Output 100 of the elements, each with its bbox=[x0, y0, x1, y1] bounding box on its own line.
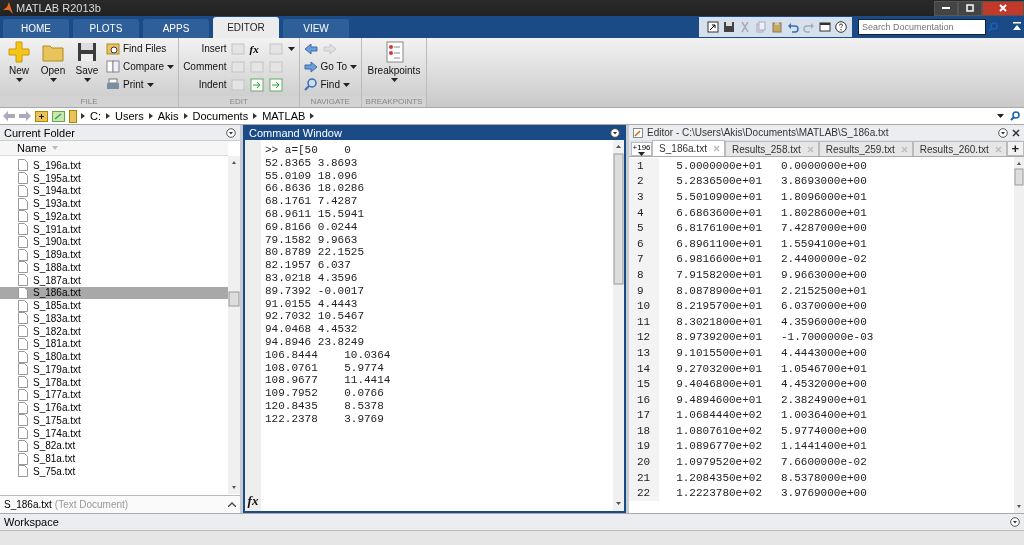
file-icon bbox=[18, 337, 28, 350]
paste-icon[interactable] bbox=[771, 21, 783, 33]
toolstrip-button[interactable]: Indent bbox=[183, 77, 227, 92]
restore-button[interactable] bbox=[958, 0, 982, 16]
indent-icon bbox=[249, 77, 264, 92]
file-item[interactable]: S_178a.txt bbox=[0, 375, 228, 389]
browse-folder-icon[interactable] bbox=[52, 110, 65, 122]
path-segment[interactable]: C: bbox=[90, 110, 101, 122]
file-item[interactable]: S_189a.txt bbox=[0, 248, 228, 261]
code-value: 4.4532000e+00 bbox=[780, 378, 867, 391]
document-tab[interactable]: S_186a.txt bbox=[652, 140, 725, 156]
file-item[interactable]: S_183a.txt bbox=[0, 312, 228, 325]
ribbon-tab[interactable]: PLOTS bbox=[73, 19, 139, 38]
scrollbar[interactable] bbox=[1014, 157, 1024, 513]
toolstrip-button[interactable]: Save bbox=[72, 41, 102, 96]
file-item[interactable]: S_195a.txt bbox=[0, 171, 228, 185]
file-icon bbox=[18, 248, 28, 261]
close-icon[interactable] bbox=[1012, 128, 1020, 137]
toolstrip-button[interactable]: Find bbox=[303, 77, 357, 92]
command-output-line: 91.0155 4.4443 bbox=[265, 297, 359, 311]
toolstrip-button[interactable]: Compare bbox=[106, 59, 175, 74]
file-item[interactable]: S_179a.txt bbox=[0, 363, 228, 376]
ribbon-tab[interactable]: HOME bbox=[3, 19, 69, 38]
toolstrip-button[interactable]: Insert bbox=[183, 41, 227, 56]
file-icon bbox=[18, 439, 28, 452]
window-icon[interactable] bbox=[819, 21, 831, 33]
path-segment[interactable]: MATLAB bbox=[262, 110, 306, 122]
file-icon bbox=[18, 465, 28, 478]
file-item[interactable]: S_175a.txt bbox=[0, 414, 228, 427]
panel-menu-icon[interactable] bbox=[226, 127, 236, 138]
ribbon-tab[interactable]: APPS bbox=[143, 19, 209, 38]
sort-caret-icon bbox=[52, 146, 59, 150]
collapse-ribbon-icon[interactable] bbox=[1010, 21, 1024, 33]
line-number: 1 bbox=[629, 158, 659, 174]
file-item[interactable]: S_188a.txt bbox=[0, 261, 228, 274]
editor-icon bbox=[633, 127, 643, 138]
file-item[interactable]: S_176a.txt bbox=[0, 401, 228, 414]
file-item[interactable]: S_191a.txt bbox=[0, 222, 228, 236]
minimize-button[interactable] bbox=[934, 0, 958, 16]
line-number: 5 bbox=[629, 220, 659, 236]
file-item[interactable]: S_187a.txt bbox=[0, 273, 228, 287]
code-value: 1.8028600e+01 bbox=[780, 206, 867, 219]
command-output-line: 80.8789 22.1525 bbox=[265, 246, 366, 260]
toolstrip-button[interactable]: Print bbox=[106, 77, 175, 92]
file-item[interactable]: S_190a.txt bbox=[0, 235, 228, 249]
file-item[interactable]: S_186a.txt bbox=[0, 286, 228, 300]
panel-title: Editor - C:\Users\Akis\Documents\MATLAB\S_186a.txt bbox=[647, 127, 889, 138]
undo-icon[interactable] bbox=[787, 21, 799, 33]
code-value: 3.8693000e+00 bbox=[780, 175, 867, 188]
ribbon-tab[interactable]: EDITOR bbox=[213, 17, 279, 38]
document-tab[interactable]: Results_258.txt bbox=[724, 141, 819, 156]
up-folder-icon[interactable] bbox=[35, 110, 48, 122]
search-field[interactable]: Search Documentation bbox=[858, 19, 986, 35]
save-icon[interactable] bbox=[723, 21, 735, 33]
file-item[interactable]: S_81a.txt bbox=[0, 452, 228, 465]
toolstrip-button[interactable]: New bbox=[4, 41, 34, 96]
code-value: 0.0000000e+00 bbox=[780, 159, 867, 172]
insert-function-button[interactable]: fx bbox=[249, 42, 264, 55]
back-arrow-icon[interactable] bbox=[303, 41, 318, 56]
expand-caret-icon[interactable] bbox=[228, 502, 236, 507]
toolstrip-button[interactable]: Go To bbox=[303, 59, 357, 74]
panel-menu-icon[interactable] bbox=[1010, 517, 1020, 527]
toolstrip-button[interactable]: Breakpoints bbox=[366, 41, 422, 96]
path-segment[interactable]: Documents bbox=[192, 110, 249, 122]
file-item[interactable]: S_196a.txt bbox=[0, 159, 228, 172]
shortcut-icon[interactable] bbox=[707, 21, 719, 33]
search-icon[interactable] bbox=[1010, 111, 1020, 121]
ribbon-tab[interactable]: VIEW bbox=[283, 19, 349, 38]
file-icon bbox=[18, 325, 28, 338]
scrollbar[interactable] bbox=[228, 156, 240, 494]
file-item[interactable]: S_174a.txt bbox=[0, 426, 228, 440]
scrollbar[interactable] bbox=[613, 140, 624, 511]
path-segment[interactable]: Akis bbox=[157, 110, 179, 122]
command-output-line: 108.0761 5.9774 bbox=[265, 361, 385, 375]
panel-menu-icon[interactable] bbox=[610, 127, 620, 138]
file-item[interactable]: S_180a.txt bbox=[0, 350, 228, 363]
tab-overflow-button[interactable]: +196 bbox=[631, 142, 653, 156]
file-item[interactable]: S_192a.txt bbox=[0, 210, 228, 223]
panel-menu-icon[interactable] bbox=[998, 127, 1008, 138]
file-item[interactable]: S_75a.txt bbox=[0, 465, 228, 478]
file-item[interactable]: S_193a.txt bbox=[0, 197, 228, 210]
toolstrip-button[interactable]: Comment bbox=[183, 59, 227, 74]
file-icon bbox=[18, 299, 28, 312]
document-tab[interactable]: Results_259.txt bbox=[818, 141, 913, 156]
path-segment[interactable]: Users bbox=[115, 110, 144, 122]
toolstrip-button[interactable]: Find Files bbox=[106, 41, 175, 56]
file-icon bbox=[18, 376, 28, 389]
toolstrip-button[interactable]: Open bbox=[38, 41, 68, 96]
column-header[interactable]: Name bbox=[0, 141, 228, 156]
document-tab[interactable]: Results_260.txt bbox=[912, 141, 1007, 156]
file-item[interactable]: S_82a.txt bbox=[0, 439, 228, 453]
file-item[interactable]: S_177a.txt bbox=[0, 388, 228, 402]
help-icon[interactable] bbox=[835, 21, 847, 33]
function-browser-button[interactable]: fx bbox=[247, 493, 259, 509]
file-item[interactable]: S_181a.txt bbox=[0, 337, 228, 351]
panel-title: Current Folder bbox=[4, 126, 75, 139]
file-item[interactable]: S_185a.txt bbox=[0, 299, 228, 312]
file-item[interactable]: S_182a.txt bbox=[0, 324, 228, 338]
close-button[interactable] bbox=[982, 0, 1024, 16]
file-item[interactable]: S_194a.txt bbox=[0, 184, 228, 198]
